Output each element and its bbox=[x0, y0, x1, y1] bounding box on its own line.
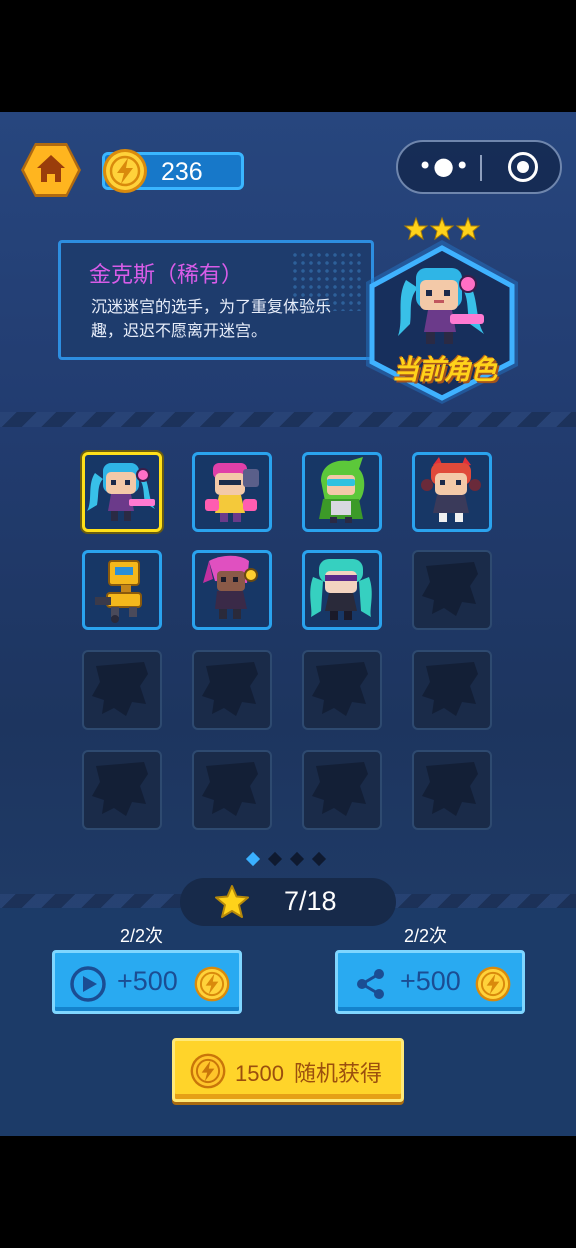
lightning-coin-icon bbox=[103, 149, 147, 193]
roster-slot-vi[interactable] bbox=[192, 452, 272, 532]
stripe-divider-top bbox=[0, 412, 576, 427]
locked-silhouette-icon bbox=[422, 662, 478, 716]
page-indicator bbox=[245, 851, 327, 867]
game-screen: 236 •●• 金克斯（稀有） 沉迷迷宫的选手，为了重复体验乐趣，迟迟不愿离开迷… bbox=[0, 112, 576, 1136]
locked-silhouette-icon bbox=[312, 662, 368, 716]
page-dot[interactable] bbox=[311, 851, 327, 867]
share-reward-button[interactable]: +500 bbox=[335, 950, 525, 1014]
close-miniprogram-icon[interactable] bbox=[508, 152, 538, 182]
roster-slot-yellow-robot[interactable] bbox=[82, 550, 162, 630]
teal-hair-girl-avatar-icon bbox=[310, 559, 372, 620]
coin-amount: 236 bbox=[161, 158, 203, 186]
random-draw-text: 1500 随机获得 bbox=[235, 1056, 382, 1088]
roster-slot-green-hood[interactable] bbox=[302, 452, 382, 532]
roster-slot-locked bbox=[192, 750, 272, 830]
star-icon bbox=[429, 216, 455, 241]
more-menu-icon[interactable]: •●• bbox=[418, 152, 470, 180]
roster-slot-locked bbox=[412, 750, 492, 830]
share-reward-quota: 2/2次 bbox=[404, 926, 448, 946]
video-reward-value: +500 bbox=[117, 966, 178, 996]
roster-slot-jinx[interactable] bbox=[82, 452, 162, 532]
random-draw-button[interactable]: 1500 随机获得 bbox=[172, 1038, 404, 1102]
locked-silhouette-icon bbox=[92, 662, 148, 716]
roster-slot-locked bbox=[302, 650, 382, 730]
collection-count: 7/18 bbox=[284, 886, 337, 916]
locked-silhouette-icon bbox=[202, 762, 258, 816]
random-draw-label: 随机获得 bbox=[293, 1062, 382, 1087]
locked-silhouette-icon bbox=[422, 762, 478, 816]
coin-counter: 236 bbox=[102, 149, 244, 193]
lightning-coin-icon bbox=[190, 1053, 226, 1089]
random-draw-cost: 1500 bbox=[235, 1061, 284, 1086]
locked-silhouette-icon bbox=[422, 562, 478, 616]
jinx-avatar-icon bbox=[87, 463, 155, 521]
watch-video-reward-button[interactable]: +500 bbox=[52, 950, 242, 1014]
roster-slot-locked bbox=[192, 650, 272, 730]
roster-slot-pink-hair-girl[interactable] bbox=[192, 550, 272, 630]
yellow-robot-avatar-icon bbox=[95, 560, 142, 623]
lightning-coin-icon bbox=[475, 966, 511, 1002]
character-name: 金克斯（稀有） bbox=[89, 263, 244, 288]
star-icon bbox=[455, 216, 481, 241]
video-reward-quota: 2/2次 bbox=[120, 926, 164, 946]
share-reward-value: +500 bbox=[400, 966, 461, 996]
star-icon bbox=[215, 885, 249, 918]
locked-silhouette-icon bbox=[202, 662, 258, 716]
home-icon bbox=[21, 143, 81, 197]
locked-silhouette-icon bbox=[312, 762, 368, 816]
capsule-divider bbox=[480, 155, 482, 181]
green-hood-avatar-icon bbox=[319, 457, 365, 523]
lightning-coin-icon bbox=[194, 966, 230, 1002]
roster-slot-locked bbox=[82, 650, 162, 730]
roster-slot-locked bbox=[302, 750, 382, 830]
rating-stars bbox=[403, 216, 481, 241]
page-dot[interactable] bbox=[267, 851, 283, 867]
pink-hair-girl-avatar-icon bbox=[203, 555, 258, 619]
character-info-panel: 金克斯（稀有） 沉迷迷宫的选手，为了重复体验乐趣，迟迟不愿离开迷宫。 bbox=[58, 240, 374, 360]
play-video-icon bbox=[70, 966, 106, 1002]
roster-slot-annie[interactable] bbox=[412, 452, 492, 532]
current-character-label: 当前角色 bbox=[392, 355, 497, 386]
roster-slot-locked bbox=[412, 650, 492, 730]
roster-slot-teal-hair-girl[interactable] bbox=[302, 550, 382, 630]
share-icon bbox=[357, 969, 384, 999]
page-dot[interactable] bbox=[289, 851, 305, 867]
locked-silhouette-icon bbox=[92, 762, 148, 816]
collection-counter: 7/18 bbox=[180, 878, 396, 926]
vi-avatar-icon bbox=[205, 463, 259, 522]
annie-avatar-icon bbox=[421, 457, 481, 522]
page-dot-active[interactable] bbox=[245, 851, 261, 867]
home-button[interactable] bbox=[20, 140, 82, 200]
roster-slot-locked bbox=[412, 550, 492, 630]
miniprogram-capsule: •●• bbox=[396, 140, 562, 194]
star-icon bbox=[403, 216, 429, 241]
character-description: 沉迷迷宫的选手，为了重复体验乐趣，迟迟不愿离开迷宫。 bbox=[91, 297, 332, 340]
roster-slot-locked bbox=[82, 750, 162, 830]
